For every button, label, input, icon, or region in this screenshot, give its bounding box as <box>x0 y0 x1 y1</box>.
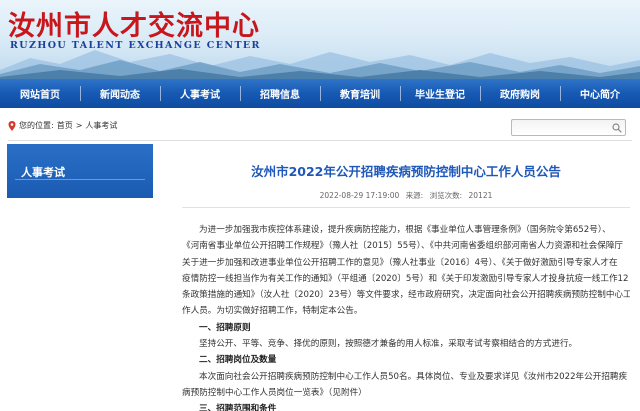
nav-item-recruitment[interactable]: 招聘信息 <box>240 79 320 108</box>
article-date: 2022-08-29 17:19:00 <box>319 191 400 200</box>
divider <box>8 140 632 141</box>
site-title: 汝州市人才交流中心 <box>8 11 260 42</box>
article-source-label: 来源: <box>405 191 424 200</box>
sidebar-divider <box>15 179 145 180</box>
breadcrumb-home-link[interactable]: 首页 <box>57 120 73 131</box>
article-meta: 2022-08-29 17:19:00 来源: 浏览次数: 20121 <box>182 190 630 201</box>
article-views-count: 20121 <box>468 191 493 200</box>
article-paragraph-line: 为进一步加强我市疾控体系建设，提升疾病防控能力，根据《事业单位人事管理条例》（国… <box>199 225 611 235</box>
article-paragraph-line: 条政策措施的通知》（汝人社〔2020〕23号）等文件要求，经市政府研究，决定面向… <box>182 290 630 301</box>
sidebar-panel: 人事考试 <box>7 144 153 198</box>
breadcrumb-separator: > <box>75 121 83 130</box>
article-title: 汝州市2022年公开招聘疾病预防控制中心工作人员公告 <box>251 164 561 179</box>
article-paragraph-line: 作人员。为切实做好招聘工作，特制定本公告。 <box>182 306 363 317</box>
article-paragraph-line: 《河南省事业单位公开招聘工作规程》（豫人社〔2015〕55号）、《中共河南省委组… <box>182 241 624 252</box>
breadcrumb-prefix: 您的位置: <box>19 121 54 130</box>
article-body: 为进一步加强我市疾控体系建设，提升疾病防控能力，根据《事业单位人事管理条例》（国… <box>182 222 630 411</box>
search-input[interactable] <box>512 125 608 140</box>
sidebar-title: 人事考试 <box>21 166 65 179</box>
header-banner: 汝州市人才交流中心 RUZHOU TALENT EXCHANGE CENTER <box>0 0 640 79</box>
nav-item-personnel-exam[interactable]: 人事考试 <box>160 79 240 108</box>
main-nav: 网站首页 新闻动态 人事考试 招聘信息 教育培训 毕业生登记 政府购岗 中心简介 <box>0 79 640 108</box>
search-icon[interactable] <box>612 123 622 133</box>
article-paragraph-line: 关于进一步加强和改进事业单位公开招聘工作的意见》（豫人社事业〔2016〕4号）、… <box>182 257 618 268</box>
nav-item-about[interactable]: 中心简介 <box>560 79 640 108</box>
nav-item-home[interactable]: 网站首页 <box>0 79 80 108</box>
section-paragraph: 坚持公开、平等、竞争、择优的原则，按照德才兼备的用人标准，采取考试考察相结合的方… <box>199 339 578 350</box>
nav-item-graduate-registration[interactable]: 毕业生登记 <box>400 79 480 108</box>
breadcrumb-current: 人事考试 <box>85 121 118 130</box>
site-subtitle: RUZHOU TALENT EXCHANGE CENTER <box>10 40 261 51</box>
nav-item-government-posts[interactable]: 政府购岗 <box>480 79 560 108</box>
nav-item-training[interactable]: 教育培训 <box>320 79 400 108</box>
article-paragraph-line: 疫情防控一线担当作为有关工作的通知》（平组通〔2020〕5号）和《关于印发激励引… <box>182 273 629 284</box>
article-divider <box>182 207 630 208</box>
article-views-label: 浏览次数: <box>429 191 463 200</box>
search-box <box>511 119 626 140</box>
section-paragraph: 本次面向社会公开招聘疾病预防控制中心工作人员50名。具体岗位、专业及要求详见《汝… <box>199 371 628 382</box>
article: 汝州市2022年公开招聘疾病预防控制中心工作人员公告 2022-08-29 17… <box>182 144 630 411</box>
section-heading: 一、招聘原则 <box>199 322 251 333</box>
location-pin-icon <box>8 120 16 131</box>
breadcrumb: 您的位置: 首页 > 人事考试 <box>8 120 117 131</box>
nav-item-news[interactable]: 新闻动态 <box>80 79 160 108</box>
section-heading: 二、招聘岗位及数量 <box>199 355 277 366</box>
section-paragraph: 病预防控制中心工作人员岗位一览表》（见附件） <box>182 387 367 398</box>
section-heading: 三、招聘范围和条件 <box>199 404 277 411</box>
